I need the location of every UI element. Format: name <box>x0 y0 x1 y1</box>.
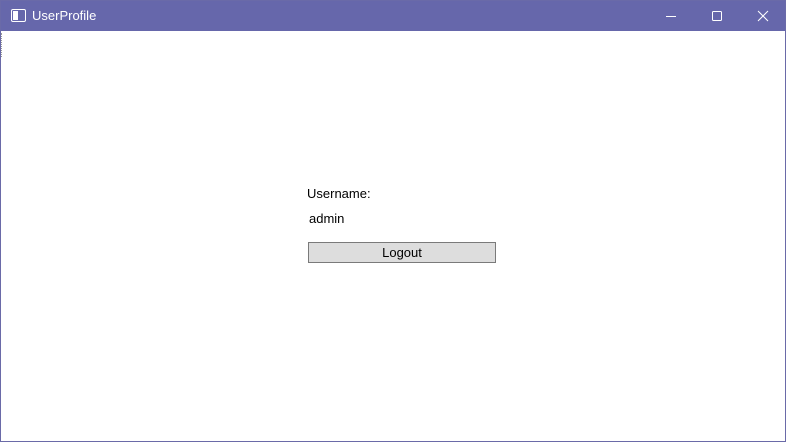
title-bar[interactable]: UserProfile <box>1 1 785 31</box>
username-label: Username: <box>307 186 371 201</box>
close-button[interactable] <box>740 1 786 31</box>
minimize-button[interactable] <box>648 1 694 31</box>
app-window-icon <box>11 9 26 22</box>
maximize-button[interactable] <box>694 1 740 31</box>
app-window: UserProfile Username: admin Logout <box>0 0 786 442</box>
logout-button[interactable]: Logout <box>308 242 496 263</box>
minimize-icon <box>666 16 676 17</box>
close-icon <box>757 10 769 22</box>
window-title: UserProfile <box>32 8 97 23</box>
maximize-icon <box>712 11 722 21</box>
client-area: Username: admin Logout <box>1 31 785 441</box>
username-value: admin <box>309 211 345 226</box>
